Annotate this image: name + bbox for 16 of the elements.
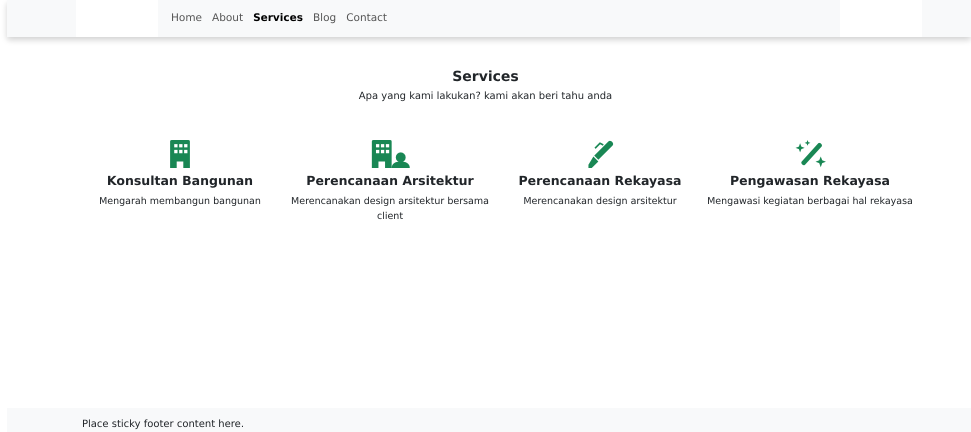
footer-text: Place sticky footer content here. xyxy=(82,418,244,432)
service-title: Konsultan Bangunan xyxy=(106,173,254,188)
nav-link[interactable]: Contact xyxy=(341,0,392,37)
nav-link[interactable]: Blog xyxy=(308,0,342,37)
section-subtitle: Apa yang kami lakukan? kami akan beri tahu anda xyxy=(358,91,614,102)
service-description: Mengarah membangun bangunan xyxy=(99,195,261,209)
nav-link[interactable]: About xyxy=(207,0,248,37)
service-description: Merencanakan design arsitektur bersama client xyxy=(290,195,490,224)
nav-link[interactable]: Home xyxy=(166,0,208,37)
service-title: Perencanaan Rekayasa xyxy=(518,173,682,188)
service-description: Merencanakan design arsitektur xyxy=(523,195,677,209)
section-title: Services xyxy=(451,69,520,85)
nav-link[interactable]: Services xyxy=(248,0,308,37)
service-title: Pengawasan Rekayasa xyxy=(730,173,890,188)
service-title: Perencanaan Arsitektur xyxy=(306,173,474,188)
service-description: Mengawasi kegiatan berbagai hal rekayasa xyxy=(707,195,913,209)
